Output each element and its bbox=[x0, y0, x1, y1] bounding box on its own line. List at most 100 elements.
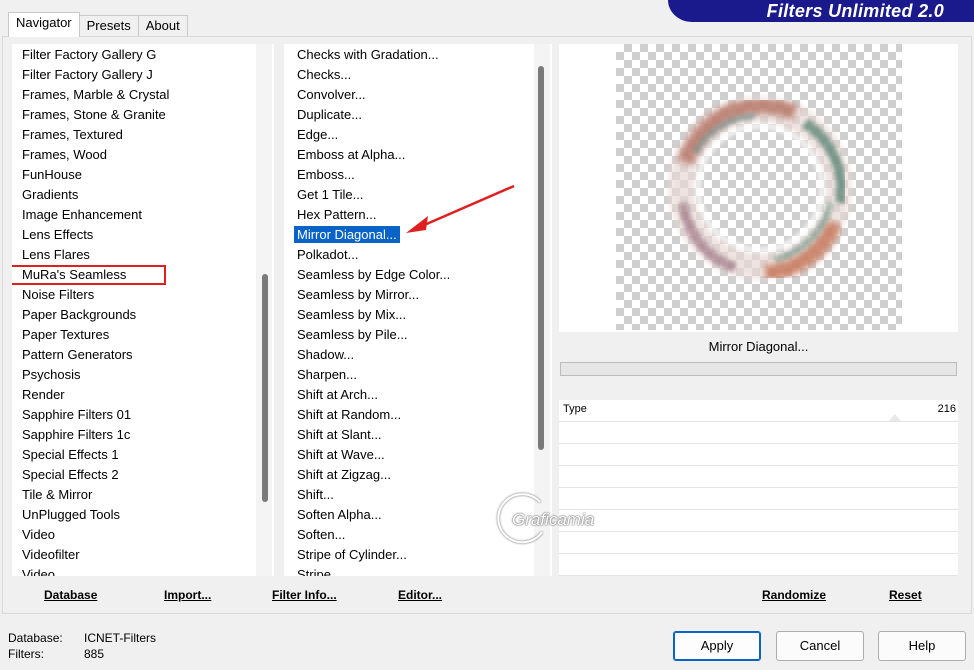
category-item[interactable]: Frames, Wood bbox=[12, 145, 274, 165]
cancel-button[interactable]: Cancel bbox=[776, 631, 864, 661]
category-item[interactable]: Frames, Stone & Granite bbox=[12, 105, 274, 125]
category-item[interactable]: MuRa's Seamless bbox=[12, 265, 166, 285]
filter-item[interactable]: Checks with Gradation... bbox=[284, 45, 552, 65]
editor-button[interactable]: Editor... bbox=[398, 588, 442, 602]
category-item[interactable]: Video... bbox=[12, 565, 274, 576]
filter-item[interactable]: Shift at Random... bbox=[284, 405, 552, 425]
param-row-empty bbox=[559, 488, 958, 510]
filter-item-label: Sharpen... bbox=[297, 367, 357, 382]
filter-item[interactable]: Shift at Slant... bbox=[284, 425, 552, 445]
filter-item[interactable]: Seamless by Mix... bbox=[284, 305, 552, 325]
category-item[interactable]: Videofilter bbox=[12, 545, 274, 565]
category-item[interactable]: Frames, Marble & Crystal bbox=[12, 85, 274, 105]
filter-item-label: Stripe... bbox=[297, 567, 342, 576]
tab-navigator[interactable]: Navigator bbox=[8, 12, 80, 37]
category-item[interactable]: FunHouse bbox=[12, 165, 274, 185]
database-button[interactable]: Database bbox=[44, 588, 97, 602]
filters-count-label: Filters: bbox=[8, 647, 44, 661]
category-item[interactable]: UnPlugged Tools bbox=[12, 505, 274, 525]
filter-item-label: Hex Pattern... bbox=[297, 207, 377, 222]
tab-about[interactable]: About bbox=[137, 15, 188, 37]
filter-item[interactable]: Shadow... bbox=[284, 345, 552, 365]
watermark-logo: Graficamia bbox=[490, 488, 610, 552]
filter-item[interactable]: Convolver... bbox=[284, 85, 552, 105]
filter-item[interactable]: Polkadot... bbox=[284, 245, 552, 265]
list-toolbar: Database Import... Filter Info... Editor… bbox=[12, 578, 553, 610]
param-row-empty bbox=[559, 554, 958, 576]
help-button[interactable]: Help bbox=[878, 631, 966, 661]
category-item[interactable]: Psychosis bbox=[12, 365, 274, 385]
database-label: Database: bbox=[8, 631, 63, 645]
reset-button[interactable]: Reset bbox=[889, 588, 922, 602]
filter-item[interactable]: Seamless by Edge Color... bbox=[284, 265, 552, 285]
app-title-banner: Filters Unlimited 2.0 bbox=[668, 0, 974, 22]
param-value: 216 bbox=[937, 403, 956, 415]
category-item[interactable]: Paper Textures bbox=[12, 325, 274, 345]
category-item[interactable]: Sapphire Filters 01 bbox=[12, 405, 274, 425]
category-item[interactable]: Paper Backgrounds bbox=[12, 305, 274, 325]
database-value: ICNET-Filters bbox=[84, 631, 156, 645]
filters-count-value: 885 bbox=[84, 647, 105, 661]
param-row-empty bbox=[559, 466, 958, 488]
param-name: Type bbox=[563, 403, 587, 415]
tab-presets[interactable]: Presets bbox=[78, 15, 139, 37]
filter-item-label: Shift at Zigzag... bbox=[297, 467, 391, 482]
category-item[interactable]: Render bbox=[12, 385, 274, 405]
filter-item-label: Stripe of Cylinder... bbox=[297, 547, 407, 562]
slider-handle-icon[interactable] bbox=[889, 414, 901, 421]
randomize-button[interactable]: Randomize bbox=[762, 588, 826, 602]
category-item[interactable]: Filter Factory Gallery J bbox=[12, 65, 274, 85]
category-item[interactable]: Tile & Mirror bbox=[12, 485, 274, 505]
filter-item[interactable]: Shift at Wave... bbox=[284, 445, 552, 465]
category-item[interactable]: Pattern Generators bbox=[12, 345, 274, 365]
category-scrollbar-thumb[interactable] bbox=[262, 274, 268, 502]
filter-item[interactable]: Duplicate... bbox=[284, 105, 552, 125]
filter-item[interactable]: Seamless by Pile... bbox=[284, 325, 552, 345]
category-item[interactable]: Special Effects 1 bbox=[12, 445, 274, 465]
database-status: Database: ICNET-Filters Filters: 885 bbox=[8, 630, 156, 662]
param-row-empty bbox=[559, 532, 958, 554]
category-list[interactable]: Filter Factory Gallery G Filter Factory G… bbox=[12, 44, 274, 576]
filter-item-label: Shift at Slant... bbox=[297, 427, 382, 442]
category-item[interactable]: Filter Factory Gallery G bbox=[12, 45, 274, 65]
category-item[interactable]: Sapphire Filters 1c bbox=[12, 425, 274, 445]
current-filter-name: Mirror Diagonal... bbox=[559, 334, 958, 360]
apply-button[interactable]: Apply bbox=[673, 631, 761, 661]
param-row-type[interactable]: Type 216 bbox=[559, 400, 958, 422]
filter-item-label: Get 1 Tile... bbox=[297, 187, 364, 202]
parameter-list: Type 216 bbox=[559, 400, 958, 576]
annotation-arrow-icon bbox=[406, 184, 515, 233]
category-item[interactable]: Gradients bbox=[12, 185, 274, 205]
filter-info-button[interactable]: Filter Info... bbox=[272, 588, 337, 602]
filter-scrollbar-thumb[interactable] bbox=[538, 66, 544, 450]
filter-item[interactable]: Emboss at Alpha... bbox=[284, 145, 552, 165]
filter-item[interactable]: Shift at Zigzag... bbox=[284, 465, 552, 485]
filter-item[interactable]: Edge... bbox=[284, 125, 552, 145]
filter-item-label: Duplicate... bbox=[297, 107, 363, 122]
filter-item-label: Checks... bbox=[297, 67, 352, 82]
filter-item-label: Shift... bbox=[297, 487, 334, 502]
filter-item-label: Soften... bbox=[297, 527, 346, 542]
filter-item-label: Shadow... bbox=[297, 347, 355, 362]
filter-item[interactable]: Stripe... bbox=[284, 565, 552, 576]
filter-item-label: Emboss... bbox=[297, 167, 355, 182]
progress-bar bbox=[560, 362, 957, 376]
category-item[interactable]: Special Effects 2 bbox=[12, 465, 274, 485]
filter-item[interactable]: Shift at Arch... bbox=[284, 385, 552, 405]
filter-item-label: Convolver... bbox=[297, 87, 366, 102]
filter-item-label: Soften Alpha... bbox=[297, 507, 382, 522]
filter-item[interactable]: Sharpen... bbox=[284, 365, 552, 385]
filter-item[interactable]: Checks... bbox=[284, 65, 552, 85]
filter-item-label: Seamless by Mix... bbox=[297, 307, 407, 322]
category-item[interactable]: Frames, Textured bbox=[12, 125, 274, 145]
filter-item-label: Mirror Diagonal... bbox=[294, 226, 400, 243]
filter-item-label: Seamless by Edge Color... bbox=[297, 267, 451, 282]
category-item[interactable]: Noise Filters bbox=[12, 285, 274, 305]
category-item[interactable]: Lens Effects bbox=[12, 225, 274, 245]
category-item[interactable]: Video bbox=[12, 525, 274, 545]
import-button[interactable]: Import... bbox=[164, 588, 211, 602]
filter-item[interactable]: Seamless by Mirror... bbox=[284, 285, 552, 305]
category-item[interactable]: Lens Flares bbox=[12, 245, 274, 265]
category-item[interactable]: Image Enhancement bbox=[12, 205, 274, 225]
preview-toolbar: Randomize Reset bbox=[559, 578, 958, 610]
